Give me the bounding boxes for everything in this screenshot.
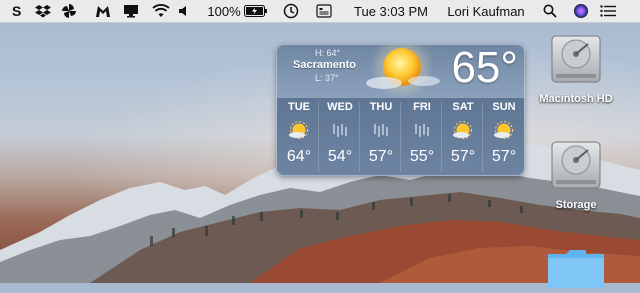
weather-current-temp: 65° — [451, 44, 518, 92]
wifi-icon[interactable] — [150, 0, 172, 22]
weather-high: H: 64° — [315, 48, 341, 58]
desktop-item-macintosh-hd[interactable]: Macintosh HD — [528, 30, 624, 105]
forecast-day-name: FRI — [413, 101, 431, 113]
dropbox-icon[interactable] — [32, 0, 54, 22]
weather-current: H: 64° Sacramento L: 37° 65° — [277, 44, 524, 99]
battery-percent: 100% — [207, 3, 241, 19]
forecast-day: WED 54° — [322, 98, 358, 175]
forecast-temp: 55° — [409, 148, 435, 165]
siri-icon[interactable] — [570, 0, 592, 22]
desktop-item-label: Storage — [555, 199, 597, 211]
forecast-day: THU 57° — [363, 98, 399, 175]
display-icon[interactable] — [120, 0, 142, 22]
desktop-item-label: Macintosh HD — [539, 93, 613, 105]
screenshot-app-icon[interactable] — [313, 0, 335, 22]
weather-city: Sacramento — [293, 59, 356, 71]
forecast-day-name: WED — [327, 101, 353, 113]
forecast-temp: 57° — [368, 148, 394, 165]
rain-icon — [374, 124, 388, 137]
forecast-day-name: SUN — [492, 101, 516, 113]
forecast-day-name: SAT — [452, 101, 474, 113]
forecast-temp: 64° — [286, 148, 312, 165]
forecast-day: TUE 64° — [281, 98, 317, 175]
weather-widget[interactable]: H: 64° Sacramento L: 37° 65° TUE 64° WED — [276, 44, 525, 176]
hard-drive-icon — [551, 35, 601, 83]
forecast-temp: 57° — [491, 148, 517, 165]
hard-drive-icon — [551, 141, 601, 189]
menu-bar: S 100% Tue 3:03 PM Lori Kaufman — [0, 0, 640, 23]
skype-icon[interactable]: S — [6, 0, 28, 22]
spotlight-search-icon[interactable] — [540, 0, 560, 22]
menubar-user-name[interactable]: Lori Kaufman — [441, 0, 531, 22]
folder-icon — [548, 250, 604, 288]
pinwheel-app-icon[interactable] — [58, 0, 80, 22]
forecast-day: SUN 57° — [486, 98, 522, 175]
forecast-temp: 57° — [450, 148, 476, 165]
battery-icon[interactable] — [243, 0, 269, 22]
notification-center-icon[interactable] — [596, 0, 620, 22]
weather-forecast: TUE 64° WED 54° THU 57° FRI 55° SAT 57° … — [277, 97, 524, 175]
rain-icon — [333, 124, 347, 137]
partly-cloudy-icon — [289, 121, 308, 139]
menubar-clock[interactable]: Tue 3:03 PM — [349, 0, 433, 22]
sunny-partly-cloudy-icon — [366, 45, 440, 99]
desktop-item-storage[interactable]: Storage — [528, 136, 624, 211]
time-machine-icon[interactable] — [280, 0, 302, 22]
volume-icon[interactable] — [175, 0, 193, 22]
partly-cloudy-icon — [453, 121, 472, 139]
desktop-item-folder[interactable] — [528, 248, 624, 293]
malwarebytes-icon[interactable] — [92, 0, 114, 22]
partly-cloudy-icon — [494, 121, 513, 139]
forecast-temp: 54° — [327, 148, 353, 165]
weather-low: L: 37° — [315, 73, 339, 83]
svg-text:S: S — [12, 4, 21, 18]
forecast-day: FRI 55° — [404, 98, 440, 175]
rain-icon — [415, 124, 429, 137]
forecast-day-name: TUE — [288, 101, 310, 113]
forecast-day: SAT 57° — [445, 98, 481, 175]
forecast-day-name: THU — [369, 101, 393, 113]
